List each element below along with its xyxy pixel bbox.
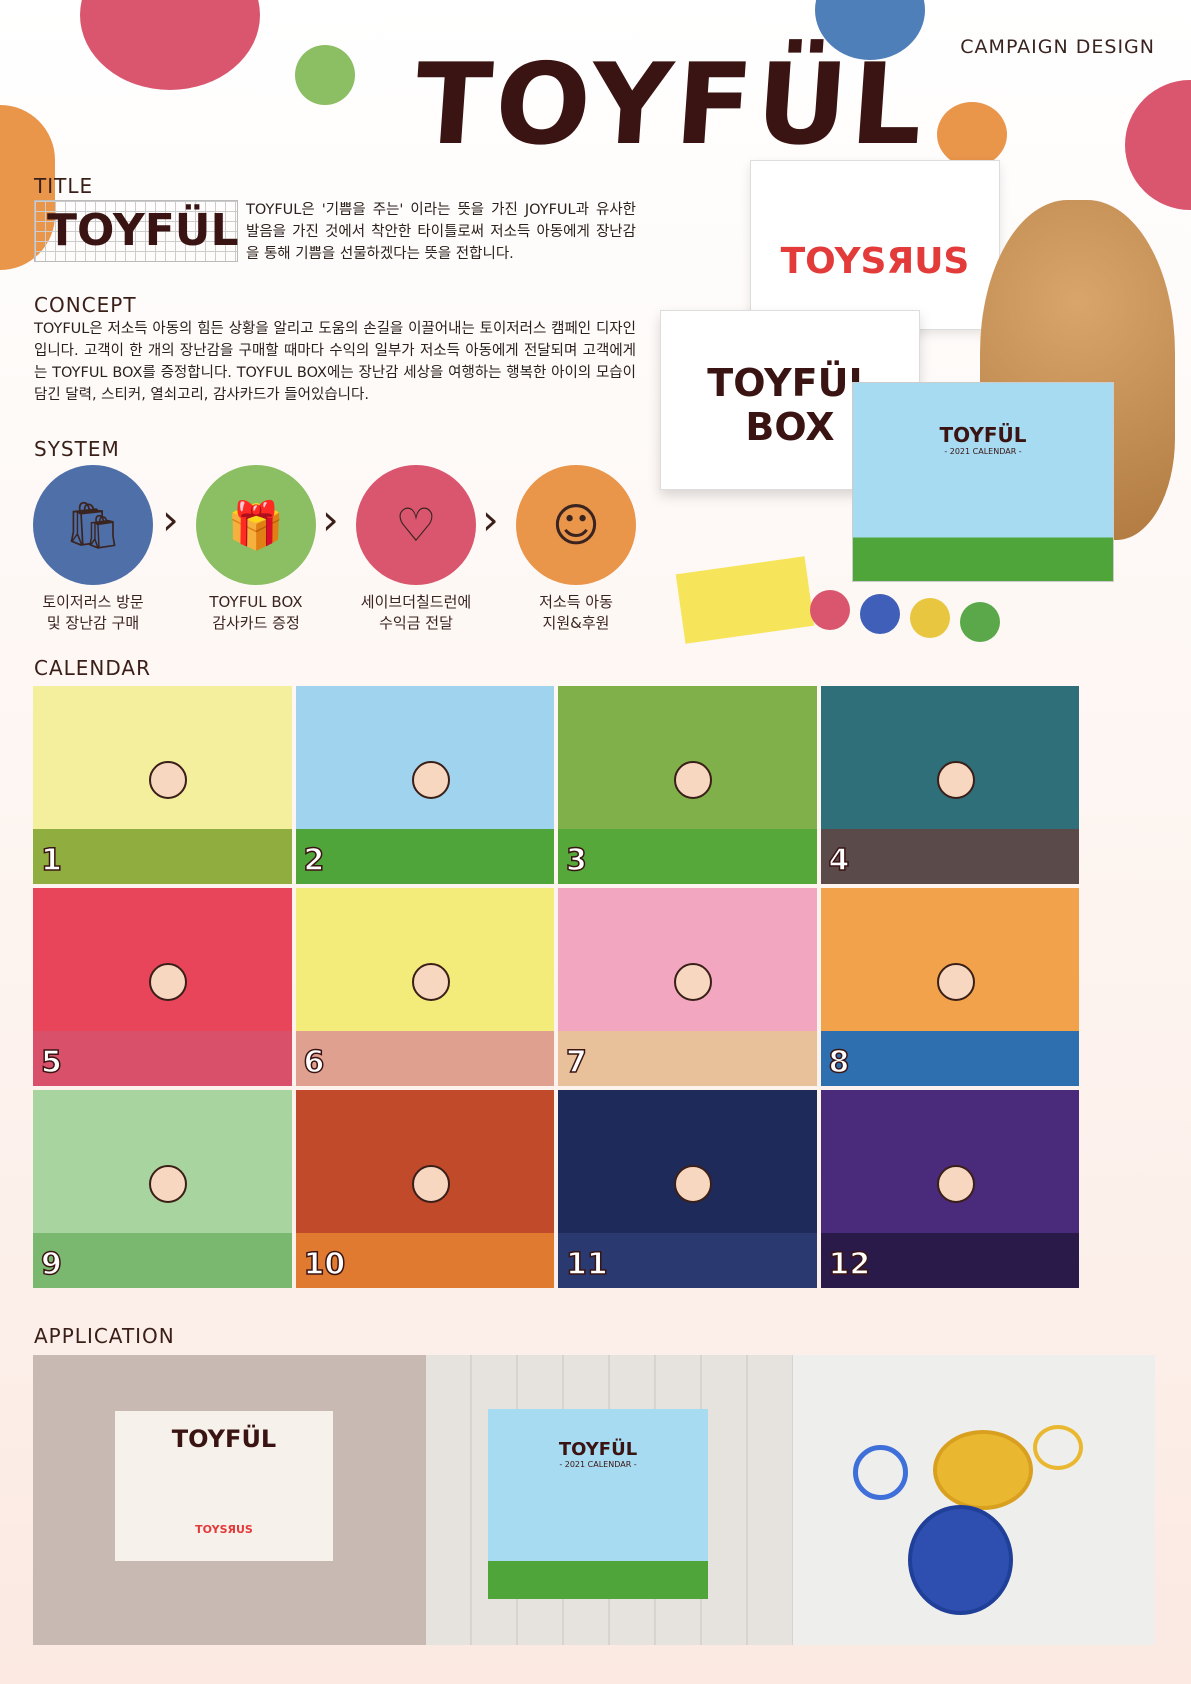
baby-face-icon: ☺	[516, 465, 636, 585]
decor-blob-green	[295, 45, 355, 105]
child-illustration	[674, 761, 713, 800]
shopping-bag-bear-icon: 🛍	[33, 465, 153, 585]
ground	[33, 828, 292, 884]
ground	[33, 1030, 292, 1086]
month-number: 8	[828, 1044, 850, 1081]
calendar-month-8: 8	[820, 888, 1079, 1086]
application-heading: APPLICATION	[34, 1324, 175, 1348]
child-illustration	[149, 1165, 188, 1204]
child-illustration	[149, 761, 188, 800]
application-card-photo: TOYFÜL TOYSЯUS	[33, 1355, 426, 1645]
ground	[295, 828, 554, 884]
month-number: 2	[303, 842, 325, 879]
ground	[820, 1030, 1079, 1086]
system-step-1: 토이저러스 방문 및 장난감 구매	[42, 593, 144, 632]
gift-box-icon: 🎁	[196, 465, 316, 585]
system-step-2: TOYFUL BOX 감사카드 증정	[209, 593, 303, 632]
month-number: 1	[40, 842, 62, 879]
title-logo-grid: TOYFÜL	[34, 200, 239, 262]
chevron-right-icon: ›	[482, 495, 499, 544]
month-number: 6	[303, 1044, 325, 1081]
calendar-month-3: 3	[558, 686, 817, 884]
child-illustration	[936, 963, 975, 1002]
card-title: TOYFÜL	[171, 1425, 277, 1453]
decor-blob-orange-right	[937, 102, 1007, 167]
system-step-4: 저소득 아동 지원&후원	[539, 593, 613, 632]
calendar-month-10: 10	[295, 1090, 554, 1288]
ground	[558, 1030, 817, 1086]
heart-child-icon: ♡	[356, 465, 476, 585]
decor-blob-pink	[80, 0, 260, 90]
main-logo: TOYFÜL	[410, 40, 932, 170]
calendar-grid: 1 2 3 4 5 6 7 8 9 10 11 12	[33, 686, 1079, 1288]
calendar-month-2: 2	[295, 686, 554, 884]
application-calendar-photo: TOYFÜL - 2021 CALENDAR -	[426, 1355, 793, 1645]
calendar-subtitle: - 2021 CALENDAR -	[559, 1460, 637, 1469]
title-text: TOYFUL은 '기쁨을 주는' 이라는 뜻을 가진 JOYFUL과 유사한 발…	[246, 202, 636, 262]
concept-text: TOYFUL은 저소득 아동의 힘든 상황을 알리고 도움의 손길을 이끌어내는…	[34, 321, 636, 403]
application-keyring-photo	[793, 1355, 1155, 1645]
system-step-3: 세이브더칠드런에 수익금 전달	[360, 593, 472, 632]
chevron-right-icon: ›	[322, 495, 339, 544]
calendar-month-12: 12	[820, 1090, 1079, 1288]
campaign-tag: CAMPAIGN DESIGN	[960, 36, 1155, 58]
calendar-heading: CALENDAR	[34, 656, 152, 680]
child-illustration	[674, 963, 713, 1002]
card-brand: TOYSЯUS	[195, 1523, 253, 1536]
calendar-month-1: 1	[33, 686, 292, 884]
calendar-month-7: 7	[558, 888, 817, 1086]
child-illustration	[411, 1165, 450, 1204]
month-number: 7	[565, 1044, 587, 1081]
calendar-month-11: 11	[558, 1090, 817, 1288]
chevron-right-icon: ›	[162, 495, 179, 544]
month-number: 5	[40, 1044, 62, 1081]
month-number: 3	[565, 842, 587, 879]
child-illustration	[411, 761, 450, 800]
child-illustration	[674, 1165, 713, 1204]
ground	[558, 828, 817, 884]
ground	[33, 1232, 292, 1288]
ground	[820, 828, 1079, 884]
month-number: 9	[40, 1246, 62, 1283]
ground	[295, 1030, 554, 1086]
shopping-bag: TOYSЯUS	[750, 160, 1000, 330]
month-number: 12	[828, 1246, 871, 1283]
child-illustration	[149, 963, 188, 1002]
month-number: 10	[303, 1246, 346, 1283]
child-illustration	[411, 963, 450, 1002]
desk-calendar: TOYFÜL - 2021 CALENDAR -	[852, 382, 1114, 582]
calendar-title: TOYFÜL	[558, 1439, 638, 1460]
concept-heading: CONCEPT	[34, 293, 137, 317]
product-mockup: TOYSЯUS TOYFÜL BOX TOYFÜL - 2021 CALENDAR…	[660, 160, 1180, 670]
calendar-month-4: 4	[820, 686, 1079, 884]
calendar-month-6: 6	[295, 888, 554, 1086]
child-illustration	[936, 1165, 975, 1204]
brand-logo: TOYSЯUS	[780, 241, 970, 282]
calendar-month-9: 9	[33, 1090, 292, 1288]
child-illustration	[936, 761, 975, 800]
month-number: 11	[565, 1246, 608, 1283]
keyrings	[810, 580, 1010, 642]
title-heading: TITLE	[34, 174, 94, 198]
sticker-sheet	[675, 556, 815, 644]
system-heading: SYSTEM	[34, 437, 120, 461]
calendar-month-5: 5	[33, 888, 292, 1086]
month-number: 4	[828, 842, 850, 879]
